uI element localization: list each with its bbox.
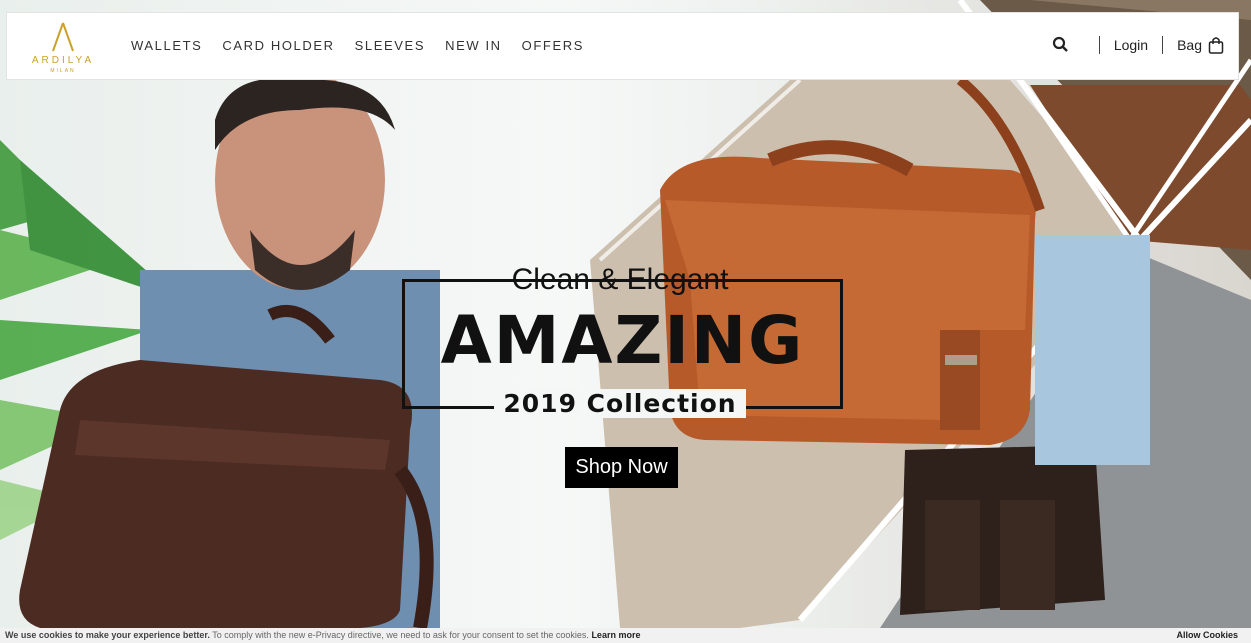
hero-headline: AMAZING (440, 302, 805, 379)
nav-item-offers[interactable]: OFFERS (522, 38, 584, 53)
nav-item-wallets[interactable]: WALLETS (131, 38, 202, 53)
main-nav: WALLETS CARD HOLDER SLEEVES NEW IN OFFER… (131, 38, 584, 53)
brand-subname: MILAN (50, 68, 76, 74)
divider (1162, 36, 1164, 54)
header-actions: Login Bag (1051, 35, 1224, 55)
nav-item-new-in[interactable]: NEW IN (445, 38, 502, 53)
cookie-bold-text: We use cookies to make your experience b… (5, 630, 210, 640)
hero-subline: 2019 Collection (494, 389, 746, 418)
cookie-bar: We use cookies to make your experience b… (0, 628, 1251, 643)
shop-now-button[interactable]: Shop Now (565, 447, 678, 488)
login-link[interactable]: Login (1114, 37, 1148, 53)
site-header: ARDILYA MILAN WALLETS CARD HOLDER SLEEVE… (6, 12, 1239, 80)
divider (1098, 36, 1100, 54)
nav-item-sleeves[interactable]: SLEEVES (355, 38, 425, 53)
nav-item-card-holder[interactable]: CARD HOLDER (222, 38, 334, 53)
brand-name: ARDILYA (31, 55, 95, 66)
learn-more-link[interactable]: Learn more (591, 630, 640, 640)
brand-logo[interactable]: ARDILYA MILAN (21, 17, 105, 77)
shopping-bag-icon (1208, 37, 1224, 54)
bag-label: Bag (1177, 37, 1202, 53)
cookie-text: To comply with the new e-Privacy directi… (209, 630, 592, 640)
page: ARDILYA MILAN WALLETS CARD HOLDER SLEEVE… (0, 0, 1251, 643)
hero-tagline: Clean & Elegant (494, 263, 746, 297)
search-icon[interactable] (1051, 35, 1071, 55)
allow-cookies-button[interactable]: Allow Cookies (1176, 628, 1238, 643)
logo-mark-icon (52, 22, 74, 52)
bag-link[interactable]: Bag (1177, 36, 1224, 54)
